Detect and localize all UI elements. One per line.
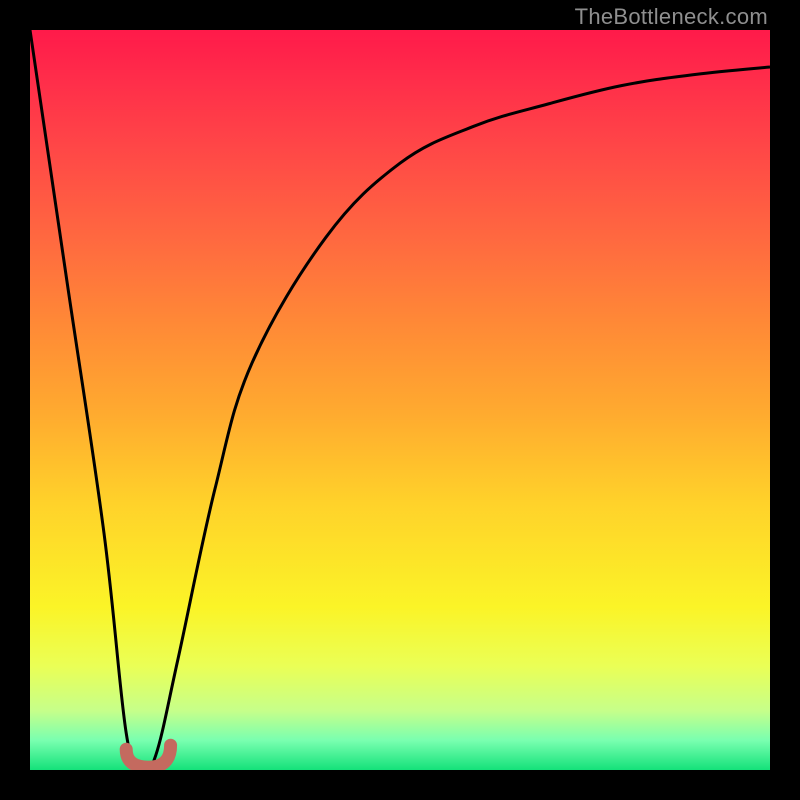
bottleneck-curve-svg bbox=[30, 30, 770, 770]
bottleneck-curve-line bbox=[30, 30, 770, 770]
watermark-text: TheBottleneck.com bbox=[575, 4, 768, 30]
sweet-spot-marker bbox=[126, 745, 170, 767]
chart-frame: TheBottleneck.com bbox=[0, 0, 800, 800]
plot-area bbox=[30, 30, 770, 770]
